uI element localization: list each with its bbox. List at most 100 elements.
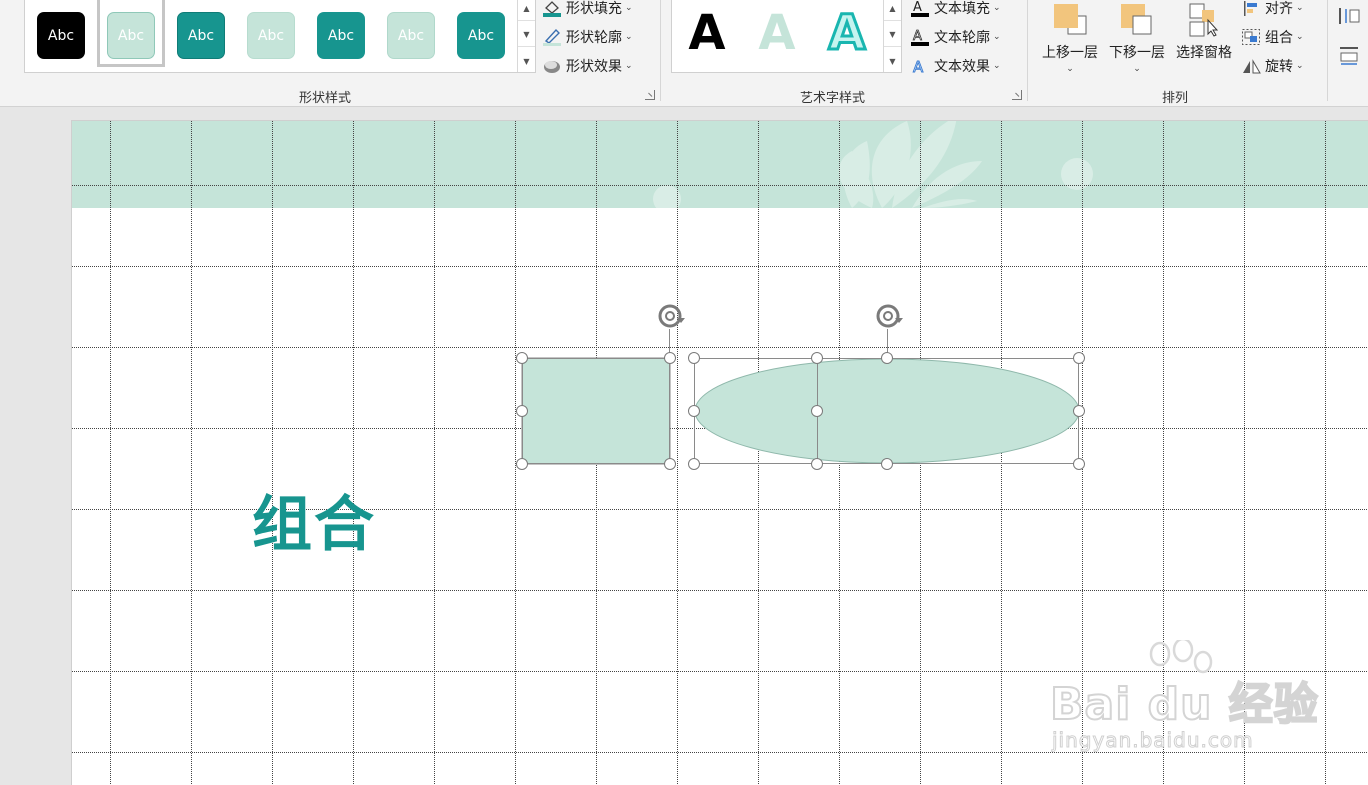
watermark-brand: Bai du 经验 [1049, 678, 1319, 731]
arrange-group-label: 排列 [1161, 91, 1188, 106]
shape-fill-label: 形状填充 [566, 1, 622, 17]
resize-handle-nw[interactable] [688, 352, 700, 364]
shape-effects-label: 形状效果 [566, 59, 622, 75]
shape-effects-button[interactable]: 形状效果 ⌄ [542, 55, 633, 77]
resize-handle-w[interactable] [516, 405, 528, 417]
shape-style-tile-6[interactable]: Abc [387, 12, 435, 59]
svg-text:A: A [913, 0, 922, 15]
wordart-styles-group-label: 艺术字样式 [799, 91, 865, 106]
chevron-down-icon: ⌄ [993, 61, 1001, 71]
wordart-style-outline[interactable]: A [822, 3, 872, 63]
chevron-down-icon: ⌄ [1296, 61, 1304, 71]
baidu-watermark: Bai du 经验 jingyan.baidu.com [1048, 640, 1319, 760]
shape-styles-scroll: ▲ ▼ ▼ [517, 0, 535, 72]
wordart-style-light[interactable]: A [752, 3, 802, 63]
text-effects-button[interactable]: A 文本效果 ⌄ [910, 55, 1001, 77]
resize-handle-se[interactable] [664, 458, 676, 470]
shape-fill-button[interactable]: 形状填充 ⌄ [542, 0, 633, 19]
shape-style-tile-5[interactable]: Abc [317, 12, 365, 59]
resize-handle-n[interactable] [811, 352, 823, 364]
shape-style-tile-4[interactable]: Abc [247, 12, 295, 59]
shape-style-tile-7[interactable]: Abc [457, 12, 505, 59]
resize-handle-sw[interactable] [688, 458, 700, 470]
align-button[interactable]: 对齐 ⌄ [1241, 0, 1304, 19]
group-button[interactable]: 组合 ⌄ [1241, 26, 1304, 48]
send-backward-icon [1119, 2, 1155, 38]
scroll-down-icon[interactable]: ▼ [518, 23, 535, 47]
wordart-styles-gallery[interactable]: A A A ▲ ▼ ▼ [671, 0, 902, 73]
ellipse-selection-frame [694, 358, 1079, 464]
group-separator [660, 0, 661, 101]
text-fill-button[interactable]: A 文本填充 ⌄ [910, 0, 1001, 19]
ribbon: Abc Abc Abc Abc Abc Abc Abc ▲ ▼ ▼ 形状填充 ⌄… [0, 0, 1368, 107]
shape-style-tile-2[interactable]: Abc [107, 12, 155, 59]
selection-pane-button[interactable]: 选择窗格 [1171, 0, 1237, 62]
group-separator [1027, 0, 1028, 101]
wordart-styles-scroll: ▲ ▼ ▼ [883, 0, 901, 72]
selection-pane-icon [1186, 2, 1222, 38]
selection-pane-label: 选择窗格 [1176, 45, 1232, 61]
resize-handle-s[interactable] [811, 458, 823, 470]
gallery-more-icon[interactable]: ▼ [518, 49, 535, 73]
shape-styles-group-label: 形状样式 [298, 91, 351, 106]
align-label: 对齐 [1265, 1, 1293, 17]
wordart-style-black[interactable]: A [682, 3, 732, 63]
resize-handle-nw[interactable] [516, 352, 528, 364]
shape-styles-gallery[interactable]: Abc Abc Abc Abc Abc Abc Abc ▲ ▼ ▼ [24, 0, 536, 73]
shape-effects-icon [542, 57, 562, 75]
scroll-down-icon[interactable]: ▼ [884, 23, 901, 47]
resize-handle-s[interactable] [881, 458, 893, 470]
resize-handle-ne[interactable] [1073, 352, 1085, 364]
group-separator [1327, 0, 1328, 101]
rotate-label: 旋转 [1265, 59, 1293, 75]
resize-handle-n[interactable] [881, 352, 893, 364]
text-outline-button[interactable]: A 文本轮廓 ⌄ [910, 26, 1001, 48]
shape-style-tile-1[interactable]: Abc [37, 12, 85, 59]
scroll-up-icon[interactable]: ▲ [518, 0, 535, 21]
rotate-button[interactable]: 旋转 ⌄ [1241, 55, 1304, 77]
rotate-handle-icon[interactable] [655, 301, 685, 331]
bring-forward-button[interactable]: 上移一层 ⌄ [1037, 0, 1103, 74]
resize-handle-se[interactable] [1073, 458, 1085, 470]
shape-outline-label: 形状轮廓 [566, 30, 622, 46]
rectangle-selection-frame [522, 358, 670, 464]
rotate-icon [1241, 57, 1261, 75]
group-label: 组合 [1265, 30, 1293, 46]
resize-handle-w[interactable] [688, 405, 700, 417]
chevron-down-icon: ⌄ [1066, 64, 1074, 74]
svg-text:A: A [913, 58, 924, 75]
shape-styles-launcher-icon[interactable] [645, 90, 655, 100]
chevron-down-icon: ⌄ [625, 3, 633, 13]
send-backward-label: 下移一层 [1109, 45, 1165, 61]
chevron-down-icon: ⌄ [1296, 3, 1304, 13]
text-fill-icon: A [910, 0, 930, 17]
rotate-handle-icon[interactable] [873, 301, 903, 331]
bring-forward-icon [1052, 2, 1088, 38]
shape-height-icon[interactable] [1338, 6, 1360, 26]
chevron-down-icon: ⌄ [625, 32, 633, 42]
shape-outline-button[interactable]: 形状轮廓 ⌄ [542, 26, 633, 48]
wordart-styles-launcher-icon[interactable] [1012, 90, 1022, 100]
paint-bucket-icon [542, 0, 562, 17]
resize-handle-e[interactable] [1073, 405, 1085, 417]
text-fill-label: 文本填充 [934, 1, 990, 17]
chevron-down-icon: ⌄ [1133, 64, 1141, 74]
resize-handle-sw[interactable] [516, 458, 528, 470]
send-backward-button[interactable]: 下移一层 ⌄ [1104, 0, 1170, 74]
gallery-more-icon[interactable]: ▼ [884, 49, 901, 73]
shape-width-icon[interactable] [1338, 46, 1360, 66]
chevron-down-icon: ⌄ [625, 61, 633, 71]
group-objects-icon [1241, 28, 1261, 46]
chevron-down-icon: ⌄ [993, 32, 1001, 42]
resize-handle-center[interactable] [811, 405, 823, 417]
text-outline-label: 文本轮廓 [934, 30, 990, 46]
bring-forward-label: 上移一层 [1042, 45, 1098, 61]
scroll-up-icon[interactable]: ▲ [884, 0, 901, 21]
svg-text:A: A [913, 29, 922, 44]
watermark-url: jingyan.baidu.com [1052, 728, 1254, 753]
resize-handle-ne[interactable] [664, 352, 676, 364]
chevron-down-icon: ⌄ [993, 3, 1001, 13]
shape-style-tile-3[interactable]: Abc [177, 12, 225, 59]
align-icon [1241, 0, 1261, 17]
text-outline-icon: A [910, 28, 930, 46]
